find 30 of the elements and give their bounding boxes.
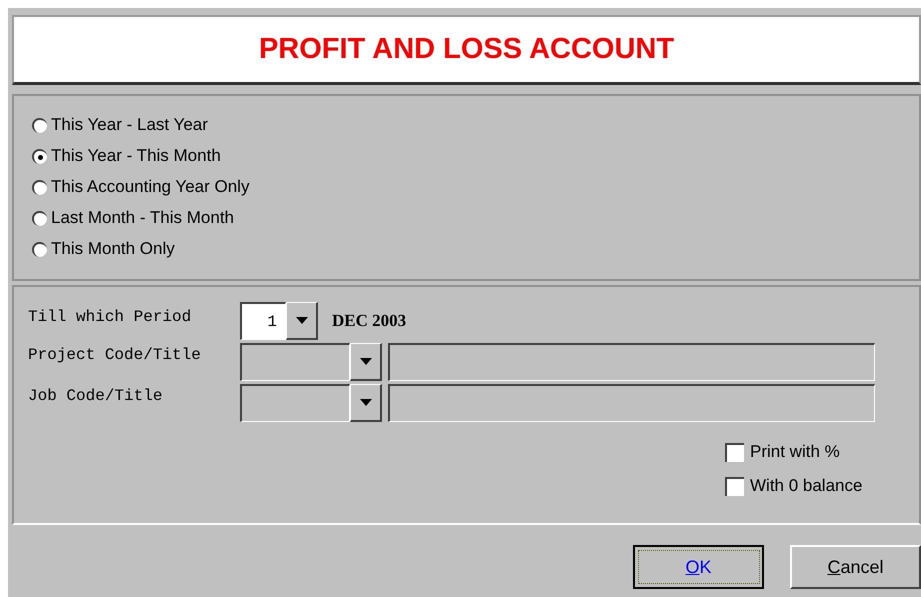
dialog-button[interactable]: OK (633, 545, 764, 589)
radio-option[interactable]: This Year - Last Year (32, 114, 208, 136)
radio-button[interactable] (32, 148, 47, 164)
checkbox-option[interactable]: With 0 balance (725, 475, 862, 497)
checkbox[interactable] (725, 476, 744, 496)
caret-icon (360, 358, 372, 364)
caret-icon (360, 398, 372, 406)
dialog-button[interactable]: Cancel (790, 545, 921, 589)
dialog-title: PROFIT AND LOSS ACCOUNT (258, 32, 674, 67)
radio-option[interactable]: Last Month - This Month (32, 207, 234, 229)
dropdown-button[interactable] (286, 302, 318, 340)
period-month: DEC 2003 (332, 310, 406, 332)
caret-icon (296, 317, 308, 324)
radio-option[interactable]: This Month Only (32, 238, 175, 260)
dropdown-button[interactable] (350, 342, 382, 380)
radio-option[interactable]: This Accounting Year Only (32, 176, 250, 198)
title-field[interactable] (388, 342, 875, 380)
radio-button[interactable] (32, 180, 47, 194)
field-label: Job Code/Title (28, 386, 164, 407)
radio-option[interactable]: This Year - This Month (32, 145, 221, 167)
checkbox[interactable] (725, 442, 744, 462)
field-label: Project Code/Title (28, 345, 202, 366)
title-field[interactable] (388, 384, 875, 422)
radio-button[interactable] (32, 118, 47, 132)
radio-button[interactable] (32, 242, 47, 256)
dropdown-button[interactable] (350, 384, 382, 422)
period-field[interactable]: 1 (240, 302, 286, 340)
radio-button[interactable] (32, 210, 47, 226)
field-label: Till which Period (28, 307, 192, 328)
checkbox-option[interactable]: Print with % (725, 441, 840, 463)
